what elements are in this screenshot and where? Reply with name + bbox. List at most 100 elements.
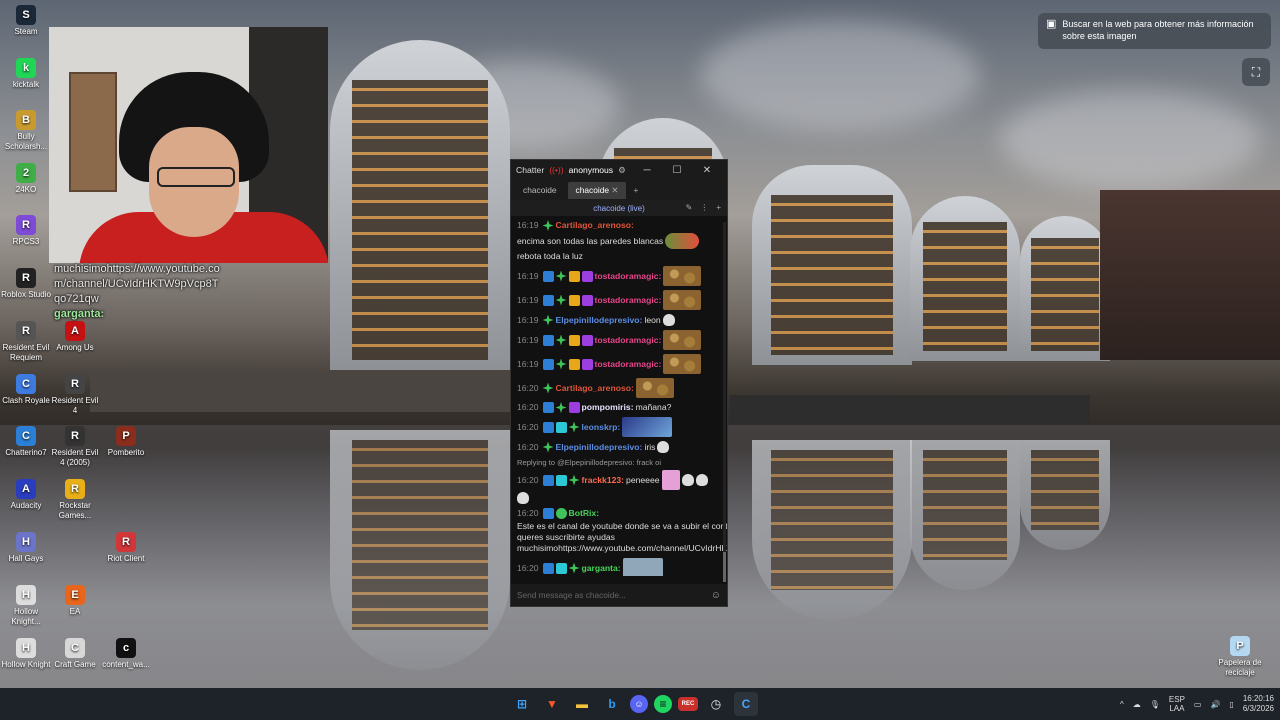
visual-search-prompt[interactable]: ▣ Buscar en la web para obtener más info…	[1038, 13, 1271, 49]
desktop-icon-recycle-bin[interactable]: P Papelera de reciclaje	[1214, 636, 1266, 678]
message-timestamp: 16:20	[517, 508, 539, 518]
monitor-icon[interactable]: ▭	[1194, 700, 1202, 709]
desktop-icon-pomberito[interactable]: P Pomberito	[100, 426, 152, 458]
message-username[interactable]: leonskrp:	[582, 422, 621, 433]
desktop-icon-hall-gays[interactable]: H Hall Gays	[0, 532, 52, 564]
emoji-picker-icon[interactable]: ☺	[711, 590, 721, 601]
settings-gear-icon[interactable]: ⚙	[618, 165, 626, 176]
chat-message[interactable]: 16:20 leonskrp:	[517, 417, 721, 437]
message-username[interactable]: frackk123:	[582, 475, 625, 486]
discord-icon[interactable]: ☺	[630, 695, 648, 713]
obs-recording-icon[interactable]: REC	[678, 697, 698, 711]
chat-message[interactable]: 16:19 tostadoramagic:	[517, 354, 721, 374]
desktop-icon-kicktalk[interactable]: k kicktalk	[0, 58, 52, 90]
microphone-icon[interactable]: 🎙	[1150, 700, 1160, 709]
desktop-icon-24ko[interactable]: 2 24KO	[0, 163, 52, 195]
chatterino-icon: C	[16, 426, 36, 446]
screen-capture-icon[interactable]: ⛶	[1242, 58, 1270, 86]
message-username[interactable]: tostadoramagic:	[595, 271, 662, 282]
file-explorer-icon[interactable]: ▬	[570, 692, 594, 716]
message-username[interactable]: pompomiris:	[582, 402, 634, 413]
badge-icon	[581, 294, 593, 306]
desktop-icon-ea[interactable]: E EA	[49, 585, 101, 617]
tab-chacoide-2[interactable]: chacoide ✕	[567, 181, 627, 199]
more-options-icon[interactable]: ⋮	[700, 202, 708, 213]
desktop-icon-audacity[interactable]: A Audacity	[0, 479, 52, 511]
chat-message[interactable]: 16:19 Elpepinillodepresivo: leon	[517, 314, 721, 326]
message-username[interactable]: BotRix:	[569, 508, 600, 519]
message-username[interactable]: Elpepinillodepresivo:	[556, 315, 643, 326]
desktop-icon-steam[interactable]: S Steam	[0, 5, 52, 37]
emote-shoe	[665, 233, 700, 249]
desktop-icon-hollow-knight[interactable]: H Hollow Knight...	[0, 585, 52, 627]
language-indicator[interactable]: ESP LAA	[1169, 695, 1185, 713]
message-username[interactable]: tostadoramagic:	[595, 359, 662, 370]
maximize-button[interactable]: ☐	[662, 165, 692, 176]
chat-message[interactable]: 16:20 BotRix: Este es el canal de youtube …	[517, 508, 727, 554]
chat-message[interactable]: 16:20 garganta:	[517, 558, 721, 576]
add-split-icon[interactable]: +	[716, 202, 721, 213]
desktop-icon-re4[interactable]: R Resident Evil 4	[49, 374, 101, 416]
desktop-icon-re4-2005[interactable]: R Resident Evil 4 (2005)	[49, 426, 101, 468]
message-input[interactable]: Send message as chacoide... ☺	[511, 584, 727, 606]
desktop-icon-craft-game[interactable]: C Craft Game	[49, 638, 101, 670]
desktop-icon-roblox-studio[interactable]: R Roblox Studio	[0, 268, 52, 300]
system-tray: ^ ☁ 🎙 ESP LAA ▭ 🔊 ▯ 16:20:16 6/3/2026	[1120, 688, 1274, 720]
chat-message[interactable]: 16:19 tostadoramagic:	[517, 330, 721, 350]
chat-message[interactable]: 16:20 Elpepinillodepresivo: iris	[517, 441, 721, 453]
minimize-button[interactable]: ─	[632, 165, 662, 176]
message-username[interactable]: Cartilago_arenoso:	[556, 220, 634, 231]
chat-message[interactable]: 16:20 frackk123: peneeee	[517, 470, 721, 504]
windows-start-icon[interactable]: ⊞	[510, 692, 534, 716]
desktop-icon-label: Rockstar Games...	[58, 501, 92, 520]
message-username[interactable]: Cartilago_arenoso:	[556, 383, 634, 394]
message-list[interactable]: 16:19 Cartilago_arenoso: encima son todas …	[511, 216, 727, 576]
desktop-icon-among-us[interactable]: A Among Us	[49, 321, 101, 353]
keyboard-layout: LAA	[1169, 704, 1185, 713]
show-hidden-icons-icon[interactable]: ^	[1120, 700, 1124, 709]
desktop-icon-content-file[interactable]: c content_wa...	[100, 638, 152, 670]
bing-icon[interactable]: b	[600, 692, 624, 716]
add-tab-icon[interactable]: +	[629, 185, 642, 196]
network-cloud-icon[interactable]: ☁	[1133, 700, 1141, 709]
tab-close-icon[interactable]: ✕	[611, 185, 618, 195]
close-button[interactable]: ✕	[692, 165, 722, 176]
chat-message[interactable]: 16:19 tostadoramagic:	[517, 290, 721, 310]
chat-message[interactable]: 16:19 Cartilago_arenoso: encima son todas …	[517, 220, 721, 262]
message-timestamp: 16:19	[517, 294, 539, 305]
badge-icon	[542, 562, 554, 574]
battery-icon[interactable]: ▯	[1229, 700, 1233, 709]
message-username[interactable]: tostadoramagic:	[595, 335, 662, 346]
emote-cat	[695, 474, 708, 486]
brave-browser-icon[interactable]: ▼	[540, 692, 564, 716]
spotify-icon[interactable]: ≡	[654, 695, 672, 713]
chat-message[interactable]: 16:20 Cartilago_arenoso:	[517, 378, 721, 398]
desktop-icon-clash-royale[interactable]: C Clash Royale	[0, 374, 52, 406]
desktop-icon-re-requiem[interactable]: R Resident Evil Requiem	[0, 321, 52, 363]
desktop-icon-chatterino[interactable]: C Chatterino7	[0, 426, 52, 458]
badge-icon	[568, 358, 580, 370]
message-username[interactable]: Elpepinillodepresivo:	[556, 442, 643, 453]
scrollbar-thumb[interactable]	[723, 552, 726, 582]
message-username[interactable]: garganta:	[582, 563, 621, 574]
account-switcher[interactable]: anonymous	[569, 165, 613, 176]
message-input-placeholder: Send message as chacoide...	[517, 589, 626, 600]
chatterino-taskbar-icon[interactable]: C	[734, 692, 758, 716]
message-username[interactable]: tostadoramagic:	[595, 295, 662, 306]
chat-message[interactable]: 16:20 pompomiris: mañana?	[517, 402, 721, 413]
tab-chacoide-1[interactable]: chacoide	[515, 182, 565, 199]
desktop-icon-rockstar[interactable]: R Rockstar Games...	[49, 479, 101, 521]
speaker-icon[interactable]: 🔊	[1210, 700, 1220, 709]
channel-name[interactable]: chacoide (live)	[593, 203, 645, 214]
desktop-icon-hollow-knight-2[interactable]: H Hollow Knight	[0, 638, 52, 670]
chat-message[interactable]: 16:19 tostadoramagic:	[517, 266, 721, 286]
desktop-icon-bully[interactable]: B Bully Scholarsh...	[0, 110, 52, 152]
edit-pencil-icon[interactable]: ✎	[686, 202, 693, 213]
badge-icon	[555, 562, 567, 574]
desktop-icon-rpcs3[interactable]: R RPCS3	[0, 215, 52, 247]
desktop-icon-riot-client[interactable]: R Riot Client	[100, 532, 152, 564]
chat-scrollbar[interactable]	[723, 222, 726, 582]
desktop-icon-label: Bully Scholarsh...	[4, 132, 48, 151]
clock[interactable]: 16:20:16 6/3/2026	[1243, 694, 1274, 714]
clock-app-icon[interactable]: ◷	[704, 692, 728, 716]
